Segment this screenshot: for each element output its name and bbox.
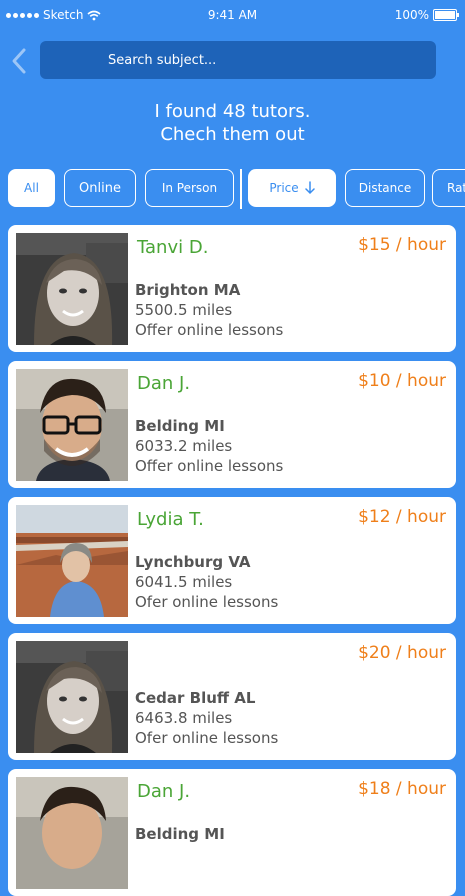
tutor-location: Belding MI xyxy=(135,825,225,843)
tutor-photo xyxy=(16,505,128,617)
tutor-price: $15 / hour xyxy=(358,235,446,255)
filter-divider xyxy=(240,169,242,209)
tutor-location: Cedar Bluff AL xyxy=(135,689,256,707)
tutor-location: Belding MI xyxy=(135,417,225,435)
tutor-name: Dan J. xyxy=(137,373,191,394)
tutor-price: $20 / hour xyxy=(358,643,446,663)
tutor-price: $10 / hour xyxy=(358,371,446,391)
sort-rating-chip[interactable]: Rating xyxy=(432,169,465,207)
filter-bar: All Online In Person Price Distance Rati… xyxy=(8,168,465,210)
tutor-lessons: Offer online lessons xyxy=(135,457,284,475)
sort-price-label: Price xyxy=(269,181,299,195)
tutor-lessons: Offer online lessons xyxy=(135,321,284,339)
status-bar: Sketch 9:41 AM 100% xyxy=(0,0,465,30)
chevron-left-icon xyxy=(12,48,26,74)
search-input[interactable] xyxy=(106,51,410,69)
tutor-card[interactable]: Lydia T. $12 / hour Lynchburg VA 6041.5 … xyxy=(8,497,456,624)
tutor-distance: 6033.2 miles xyxy=(135,437,233,455)
battery-info: 100% xyxy=(394,8,459,22)
tutor-distance: 5500.5 miles xyxy=(135,301,233,319)
back-button[interactable] xyxy=(6,46,32,76)
tutor-name: Dan J. xyxy=(137,781,191,802)
tutor-lessons: Ofer online lessons xyxy=(135,729,279,747)
tutor-location: Brighton MA xyxy=(135,281,241,299)
tutor-card[interactable]: Dan J. $18 / hour Belding MI xyxy=(8,769,456,896)
results-count-text: I found 48 tutors. xyxy=(154,101,311,122)
tutor-card[interactable]: Dan J. $10 / hour Belding MI 6033.2 mile… xyxy=(8,361,456,488)
battery-percent: 100% xyxy=(394,8,429,22)
sort-distance-chip[interactable]: Distance xyxy=(345,169,425,207)
results-headline: I found 48 tutors. Chech them out xyxy=(0,100,465,146)
sort-price-chip[interactable]: Price xyxy=(248,169,336,207)
search-bar[interactable] xyxy=(40,41,436,79)
tutor-photo xyxy=(16,369,128,481)
filter-online-chip[interactable]: Online xyxy=(64,169,136,207)
tutor-card[interactable]: Tanvi D. $15 / hour Brighton MA 5500.5 m… xyxy=(8,225,456,352)
battery-icon xyxy=(433,9,459,21)
tutor-name: Tanvi D. xyxy=(137,237,209,258)
filter-in-person-chip[interactable]: In Person xyxy=(145,169,234,207)
tutor-name: Lydia T. xyxy=(137,509,204,530)
tutor-lessons: Ofer online lessons xyxy=(135,593,279,611)
tutor-price: $18 / hour xyxy=(358,779,446,799)
tutor-location: Lynchburg VA xyxy=(135,553,251,571)
tutor-distance: 6041.5 miles xyxy=(135,573,233,591)
tutor-photo xyxy=(16,641,128,753)
filter-all-chip[interactable]: All xyxy=(8,169,55,207)
tutor-distance: 6463.8 miles xyxy=(135,709,233,727)
tutor-price: $12 / hour xyxy=(358,507,446,527)
tutor-card[interactable]: $20 / hour Cedar Bluff AL 6463.8 miles O… xyxy=(8,633,456,760)
tutor-photo xyxy=(16,233,128,345)
arrow-down-icon xyxy=(304,181,315,195)
results-subtitle: Chech them out xyxy=(160,124,305,145)
tutor-photo xyxy=(16,777,128,889)
